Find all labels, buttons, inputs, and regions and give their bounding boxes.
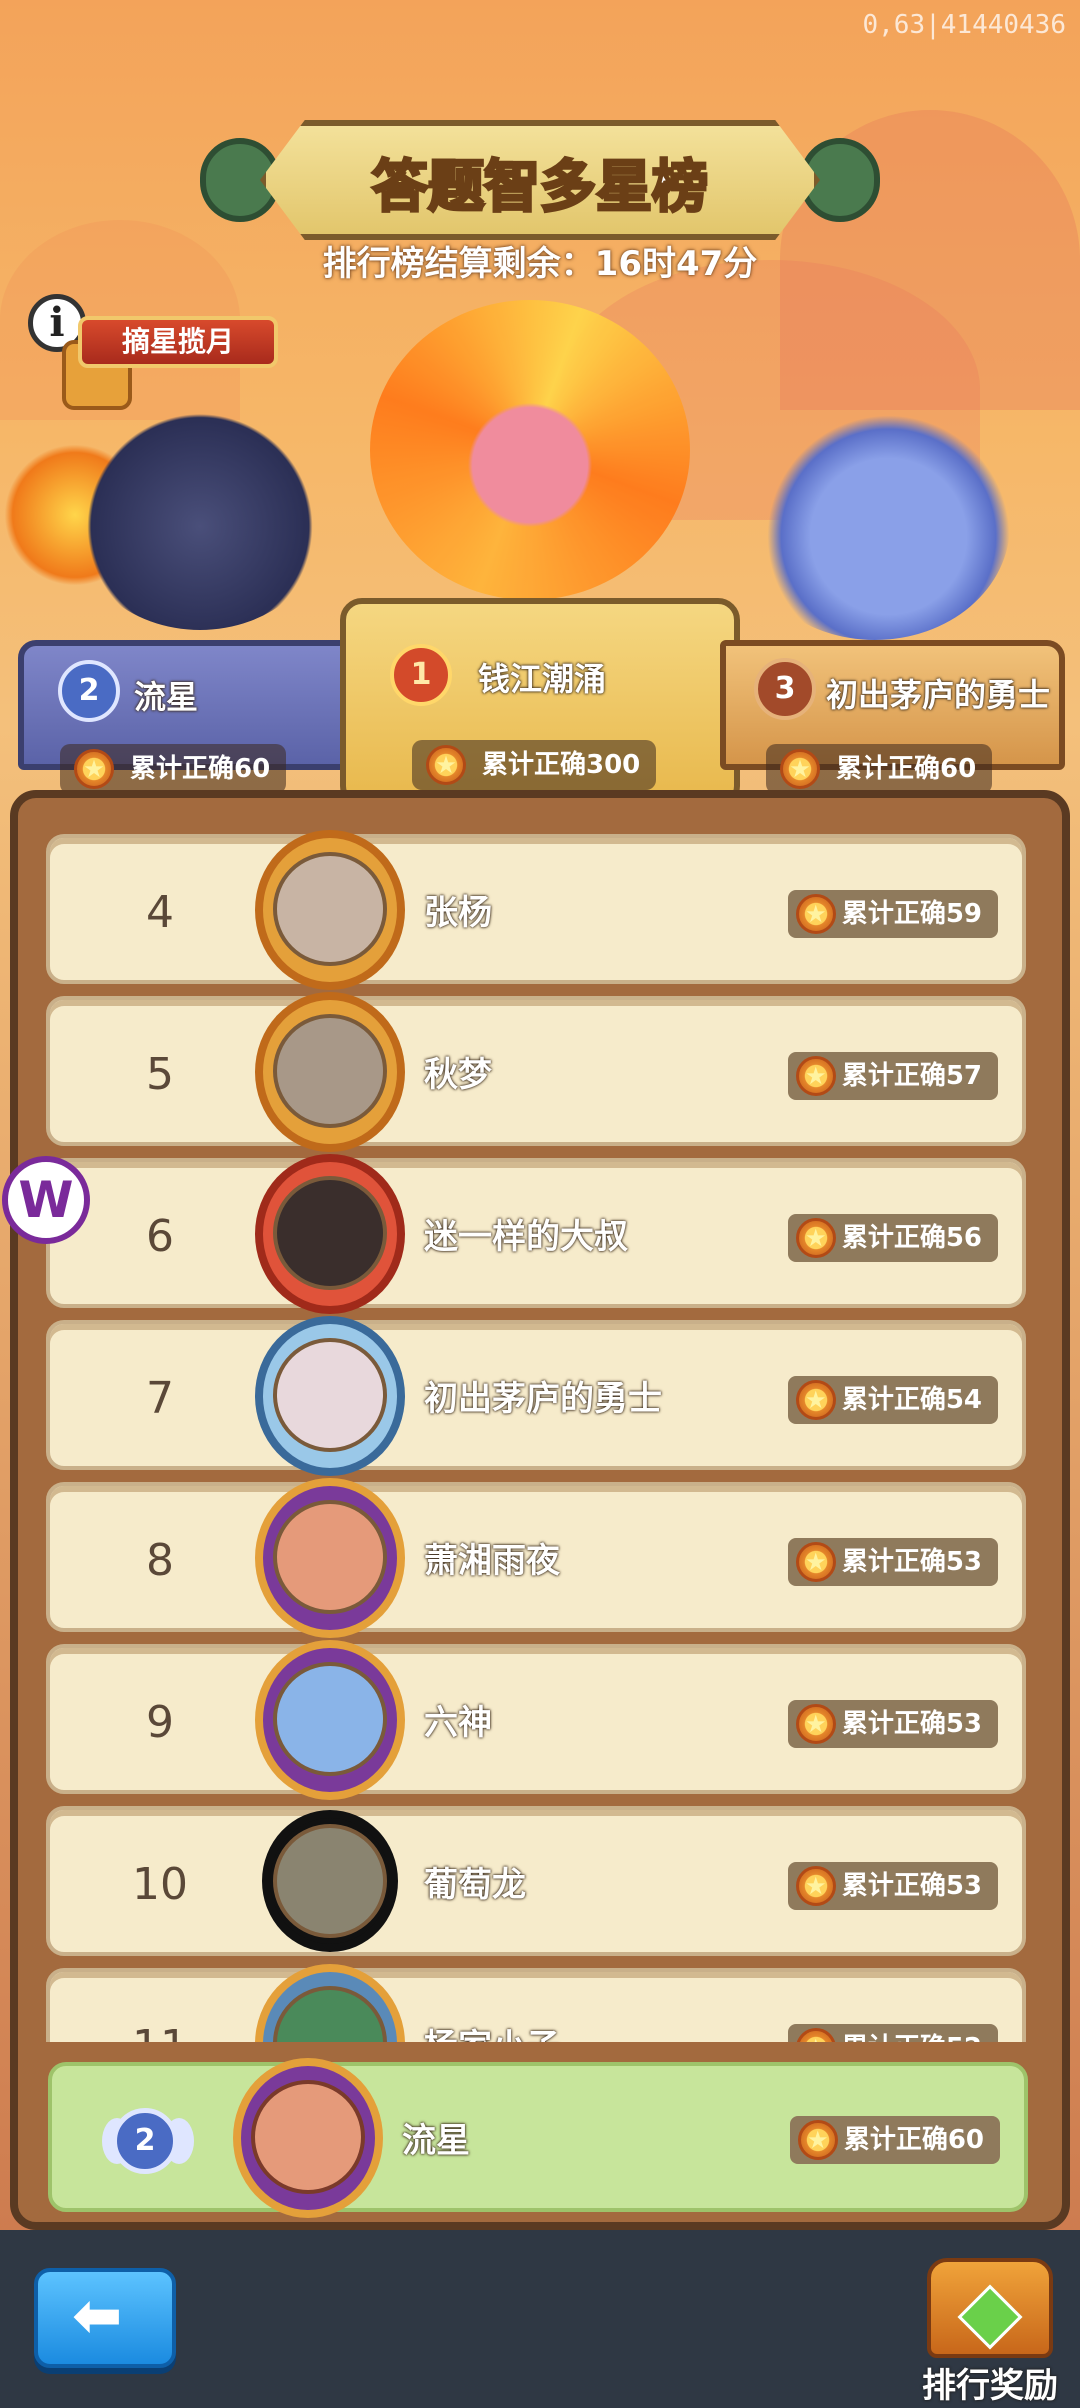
podium-second-score: 累计正确60 <box>60 744 287 794</box>
leaderboard-row[interactable]: 8 萧湘雨夜 累计正确53 <box>46 1478 1026 1638</box>
score-text: 累计正确52 <box>842 2033 982 2042</box>
row-score: 累计正确59 <box>787 890 998 938</box>
podium-second-name: 流星 <box>134 678 199 716</box>
floating-assistant-button[interactable]: W <box>2 1156 90 1244</box>
avatar[interactable] <box>273 1500 387 1614</box>
back-button[interactable]: ⬅ <box>34 2268 176 2368</box>
star-icon <box>795 1218 836 1258</box>
my-avatar[interactable] <box>251 2080 365 2194</box>
row-name: 迷一样的大叔 <box>424 1217 628 1257</box>
first-place-hero <box>370 300 690 600</box>
score-text: 累计正确60 <box>836 754 977 784</box>
row-score: 累计正确53 <box>787 1862 998 1910</box>
row-score: 累计正确56 <box>787 1214 998 1262</box>
star-icon <box>74 749 114 789</box>
score-text: 累计正确53 <box>841 1709 982 1739</box>
third-place-hero <box>740 410 1010 640</box>
star-icon <box>795 1380 836 1420</box>
row-rank: 4 <box>146 887 174 938</box>
row-name: 葡萄龙 <box>424 1865 526 1905</box>
star-icon <box>426 745 466 785</box>
row-rank: 10 <box>132 1859 188 1910</box>
leaderboard-row[interactable]: 10 葡萄龙 累计正确53 <box>46 1806 1026 1956</box>
podium-first-name: 钱江潮涌 <box>478 660 607 698</box>
leaderboard-row[interactable]: 9 六神 累计正确53 <box>46 1640 1026 1800</box>
second-place-hero <box>70 400 330 630</box>
leaderboard-row[interactable]: 6 迷一样的大叔 累计正确56 <box>46 1154 1026 1314</box>
star-icon <box>795 894 836 934</box>
score-text: 累计正确54 <box>841 1385 982 1415</box>
rank-3-badge: 3 <box>754 658 816 720</box>
row-name: 初出茅庐的勇士 <box>424 1379 662 1419</box>
score-text: 累计正确60 <box>843 2125 984 2155</box>
row-rank: 5 <box>146 1049 174 1100</box>
avatar[interactable] <box>273 1176 387 1290</box>
leaderboard-row[interactable]: 11 杨家小子 累计正确52 <box>46 1964 1026 2042</box>
podium-first-score: 累计正确300 <box>412 740 657 790</box>
debug-text: 0,63|41440436 <box>862 10 1067 40</box>
star-icon <box>795 1542 836 1582</box>
star-icon <box>795 2028 836 2042</box>
leaderboard-list[interactable]: 4 张杨 累计正确59 5 秋梦 累计正确57 6 迷一样的大叔 累计正确56 … <box>24 808 1056 2042</box>
score-text: 累计正确56 <box>841 1223 982 1253</box>
row-rank: 8 <box>146 1535 174 1586</box>
arrow-left-icon: ⬅ <box>72 2281 123 2351</box>
score-text: 累计正确53 <box>841 1547 982 1577</box>
row-score: 累计正确53 <box>787 1700 998 1748</box>
row-name: 六神 <box>424 1703 492 1743</box>
row-rank: 6 <box>146 1211 174 1262</box>
leaderboard-row[interactable]: 5 秋梦 累计正确57 <box>46 992 1026 1152</box>
star-icon <box>795 1866 836 1906</box>
title-banner: 答题智多星榜 <box>200 120 880 240</box>
row-rank: 11 <box>90 1972 230 2042</box>
score-text: 累计正确57 <box>841 1061 982 1091</box>
event-badge[interactable]: 摘星揽月 <box>78 316 278 368</box>
leaderboard-row[interactable]: 4 张杨 累计正确59 <box>46 830 1026 990</box>
avatar[interactable] <box>273 1662 387 1776</box>
rank-reward-button[interactable]: 排行奖励 <box>915 2258 1065 2408</box>
my-rank-row[interactable]: 2 流星 累计正确60 <box>48 2058 1028 2218</box>
row-name: 萧湘雨夜 <box>424 1541 560 1581</box>
row-score: 累计正确52 <box>787 2024 998 2042</box>
star-icon <box>795 1056 836 1096</box>
score-text: 累计正确59 <box>841 899 982 929</box>
row-score: 累计正确54 <box>787 1376 998 1424</box>
settlement-countdown: 排行榜结算剩余：16时47分 <box>322 244 758 284</box>
score-text: 累计正确53 <box>841 1871 982 1901</box>
row-name: 杨家小子 <box>424 1972 560 2042</box>
rank-2-badge: 2 <box>58 660 120 722</box>
leaderboard-row[interactable]: 7 初出茅庐的勇士 累计正确54 <box>46 1316 1026 1476</box>
my-score: 累计正确60 <box>789 2116 1000 2164</box>
avatar[interactable] <box>273 1338 387 1452</box>
row-name: 张杨 <box>424 893 492 933</box>
row-rank: 7 <box>146 1373 174 1424</box>
podium-third-score: 累计正确60 <box>766 744 993 794</box>
podium-first[interactable]: 1 钱江潮涌 累计正确300 <box>340 598 740 808</box>
avatar[interactable] <box>273 1014 387 1128</box>
score-text: 累计正确300 <box>482 750 641 780</box>
row-score: 累计正确57 <box>787 1052 998 1100</box>
avatar[interactable] <box>273 852 387 966</box>
star-icon <box>797 2120 838 2160</box>
row-name: 秋梦 <box>424 1055 492 1095</box>
star-icon <box>780 749 820 789</box>
podium-third-name: 初出茅庐的勇士 <box>826 676 1051 714</box>
podium-second[interactable]: 2 流星 累计正确60 <box>18 640 358 794</box>
avatar[interactable] <box>273 1824 387 1938</box>
star-icon <box>795 1704 836 1744</box>
my-name: 流星 <box>402 2121 470 2161</box>
rank-1-badge: 1 <box>390 644 452 706</box>
podium-third[interactable]: 3 初出茅庐的勇士 累计正确60 <box>720 640 1065 794</box>
my-rank-badge: 2 <box>112 2108 178 2174</box>
row-rank: 9 <box>146 1697 174 1748</box>
row-score: 累计正确53 <box>787 1538 998 1586</box>
page-title: 答题智多星榜 <box>371 154 710 222</box>
score-text: 累计正确60 <box>130 754 271 784</box>
rank-reward-label: 排行奖励 <box>922 2366 1058 2406</box>
